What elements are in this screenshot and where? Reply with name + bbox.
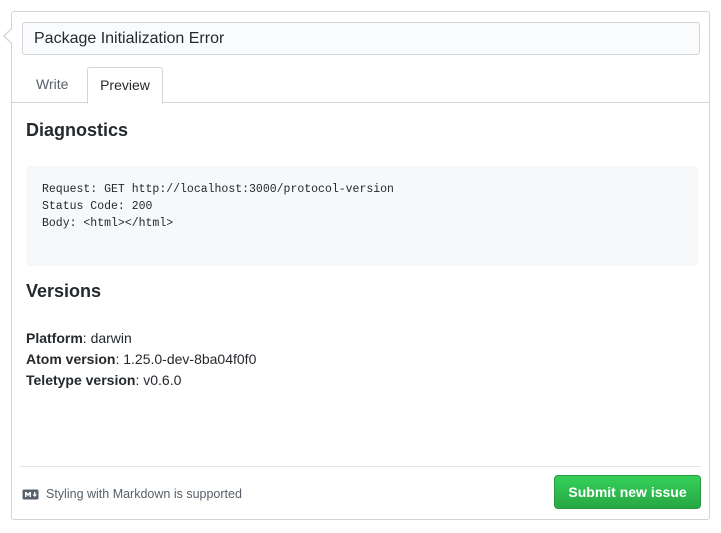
version-row-teletype: Teletype version: v0.6.0: [26, 370, 256, 391]
code-line: Request: GET http://localhost:3000/proto…: [42, 183, 394, 196]
version-value: : 1.25.0-dev-8ba04f0f0: [115, 351, 257, 367]
version-label: Atom version: [26, 351, 116, 367]
footer-divider: [20, 466, 701, 467]
code-line: Status Code: 200: [42, 200, 153, 213]
versions-heading: Versions: [26, 281, 102, 301]
version-label: Platform: [26, 330, 83, 346]
tab-preview[interactable]: Preview: [87, 67, 163, 104]
versions-list: Platform: darwin Atom version: 1.25.0-de…: [26, 328, 256, 391]
markdown-note[interactable]: Styling with Markdown is supported: [22, 487, 242, 501]
markdown-note-text: Styling with Markdown is supported: [46, 487, 242, 501]
diagnostics-heading: Diagnostics: [26, 120, 129, 140]
version-row-platform: Platform: darwin: [26, 328, 256, 349]
editor-tabs: Write Preview: [12, 67, 709, 104]
version-row-atom: Atom version: 1.25.0-dev-8ba04f0f0: [26, 349, 256, 370]
markdown-icon: [22, 489, 39, 500]
version-value: : v0.6.0: [135, 372, 182, 388]
submit-issue-button[interactable]: Submit new issue: [554, 475, 701, 509]
diagnostics-code-block: Request: GET http://localhost:3000/proto…: [26, 166, 698, 266]
code-line: Body: <html></html>: [42, 217, 174, 230]
issue-form: Package Initialization Error Write Previ…: [3, 11, 710, 520]
speech-caret-fill: [5, 29, 12, 43]
issue-title-input[interactable]: Package Initialization Error: [22, 22, 700, 55]
tab-write[interactable]: Write: [22, 67, 82, 103]
version-value: : darwin: [82, 330, 132, 346]
version-label: Teletype version: [26, 372, 136, 388]
